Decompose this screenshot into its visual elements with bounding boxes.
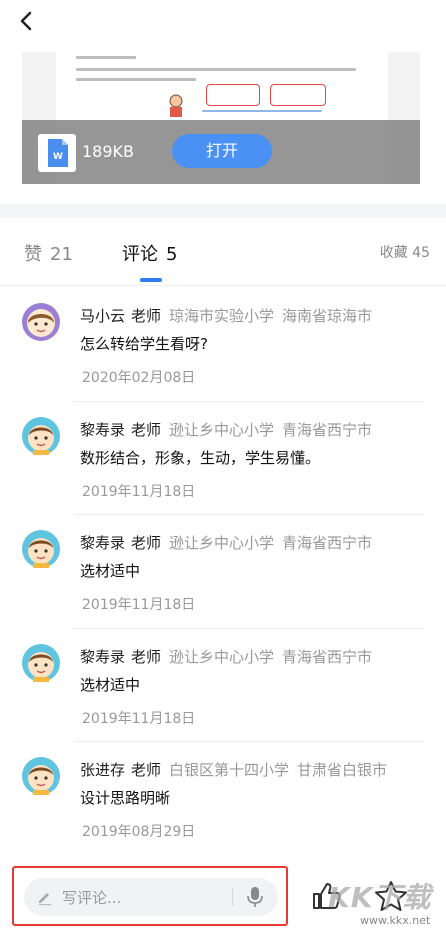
active-tab-indicator — [140, 278, 162, 282]
commenter-location: 海南省琼海市 — [282, 307, 373, 325]
comment-header: 张进存 老师 白银区第十四小学 甘肃省白银市 — [80, 759, 387, 780]
file-size: 189KB — [82, 142, 135, 161]
comment-item: 黎寿录 老师 逊让乡中心小学 青海省西宁市 选材适中 2019年11月18日 — [0, 627, 446, 742]
section-divider — [0, 204, 446, 218]
commenter-school: 琼海市实验小学 — [169, 307, 275, 325]
comment-item: 黎寿录 老师 逊让乡中心小学 青海省西宁市 数形结合，形象，生动，学生易懂。 2019… — [0, 400, 446, 515]
comment-header: 马小云 老师 琼海市实验小学 海南省琼海市 — [80, 305, 372, 326]
commenter-location: 青海省西宁市 — [282, 647, 373, 666]
commenter-name: 黎寿录 — [80, 647, 126, 666]
commenter-role: 老师 — [131, 534, 162, 552]
watermark-logo: KK下载 — [328, 881, 432, 914]
tab-likes[interactable]: 赞 21 — [24, 240, 73, 266]
commenter-school: 逊让乡中心小学 — [169, 420, 275, 439]
word-file-icon: W — [38, 134, 76, 172]
tab-likes-count: 21 — [50, 244, 73, 265]
female-teacher-avatar-icon[interactable] — [22, 303, 60, 341]
commenter-role: 老师 — [131, 420, 162, 439]
comment-text: 设计思路明晰 — [80, 789, 171, 807]
commenter-name: 张进存 — [80, 761, 126, 779]
back-arrow-icon[interactable] — [14, 8, 40, 34]
comment-item: 黎寿录 老师 逊让乡中心小学 青海省西宁市 选材适中 2019年11月18日 — [0, 514, 446, 628]
comment-input-highlight: 写评论... — [12, 866, 288, 926]
comment-list: 马小云 老师 琼海市实验小学 海南省琼海市 怎么转给学生看呀? 2020年02月08日… — [0, 287, 446, 855]
commenter-role: 老师 — [131, 647, 162, 666]
commenter-location: 甘肃省白银市 — [297, 761, 388, 779]
commenter-school: 白银区第十四小学 — [169, 761, 290, 779]
top-bar — [0, 0, 446, 52]
document-preview[interactable]: W 189KB 打开 — [22, 52, 420, 184]
commenter-name: 马小云 — [80, 307, 126, 325]
comment-date: 2019年11月18日 — [82, 483, 196, 500]
pencil-icon — [39, 893, 51, 906]
comment-date: 2019年08月29日 — [82, 824, 196, 840]
svg-text:W: W — [53, 152, 63, 162]
commenter-school: 逊让乡中心小学 — [169, 534, 275, 552]
commenter-role: 老师 — [131, 761, 162, 779]
comment-date: 2019年11月18日 — [82, 710, 196, 727]
tab-likes-label: 赞 — [24, 244, 42, 265]
tab-comments-count: 5 — [166, 244, 178, 265]
tab-bar: 赞 21 评论 5 收藏 45 — [0, 218, 446, 286]
favorites-count[interactable]: 收藏 45 — [380, 242, 430, 262]
comment-text: 选材适中 — [80, 675, 141, 694]
commenter-location: 青海省西宁市 — [282, 420, 373, 439]
comment-text: 怎么转给学生看呀? — [80, 335, 208, 353]
tab-comments-label: 评论 — [122, 244, 158, 265]
tab-comments[interactable]: 评论 5 — [122, 240, 177, 266]
comment-header: 黎寿录 老师 逊让乡中心小学 青海省西宁市 — [80, 532, 372, 553]
commenter-school: 逊让乡中心小学 — [169, 647, 275, 666]
male-teacher-avatar-icon[interactable] — [22, 757, 60, 795]
microphone-icon[interactable] — [246, 886, 264, 908]
comment-text: 数形结合，形象，生动，学生易懂。 — [80, 448, 321, 467]
comment-text: 选材适中 — [80, 562, 141, 580]
commenter-role: 老师 — [131, 307, 162, 325]
comment-item: 张进存 老师 白银区第十四小学 甘肃省白银市 设计思路明晰 2019年08月29日 — [0, 741, 446, 855]
comment-item: 马小云 老师 琼海市实验小学 海南省琼海市 怎么转给学生看呀? 2020年02月08日 — [0, 287, 446, 401]
comment-date: 2020年02月08日 — [82, 370, 196, 386]
comment-header: 黎寿录 老师 逊让乡中心小学 青海省西宁市 — [80, 419, 372, 440]
comment-input-placeholder: 写评论... — [62, 889, 122, 907]
commenter-location: 青海省西宁市 — [282, 534, 373, 552]
comment-date: 2019年11月18日 — [82, 597, 196, 613]
commenter-name: 黎寿录 — [80, 420, 126, 439]
male-teacher-avatar-icon[interactable] — [22, 530, 60, 568]
comment-input[interactable]: 写评论... — [24, 878, 278, 916]
open-button[interactable]: 打开 — [172, 134, 272, 168]
male-teacher-avatar-icon[interactable] — [22, 643, 60, 682]
input-separator — [232, 888, 233, 906]
male-teacher-avatar-icon[interactable] — [22, 416, 60, 455]
commenter-name: 黎寿录 — [80, 534, 126, 552]
file-info-overlay: W 189KB 打开 — [22, 120, 420, 184]
watermark-url: www.kkx.net — [360, 914, 431, 927]
comment-header: 黎寿录 老师 逊让乡中心小学 青海省西宁市 — [80, 646, 372, 667]
